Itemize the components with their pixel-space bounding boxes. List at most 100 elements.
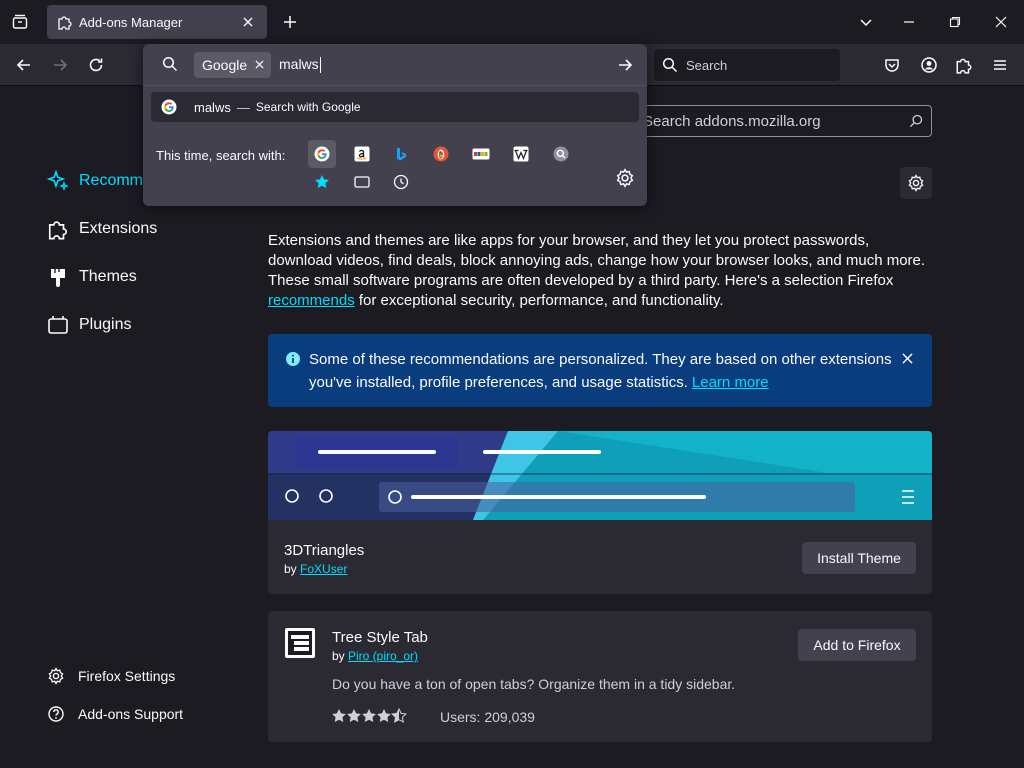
plus-icon (284, 16, 296, 28)
one-off-amazon[interactable] (348, 140, 376, 168)
minimize-button[interactable] (899, 12, 919, 32)
window-close-button[interactable] (991, 12, 1011, 32)
plugin-icon (46, 313, 70, 337)
list-all-tabs-button[interactable] (8, 10, 32, 34)
user-count: Users: 209,039 (440, 709, 535, 725)
google-icon (161, 99, 177, 115)
footer-link-label: Firefox Settings (78, 668, 176, 684)
tab-close-button[interactable] (239, 13, 257, 31)
install-theme-button[interactable]: Install Theme (802, 542, 916, 574)
author-link[interactable]: FoXUser (300, 562, 347, 576)
addons-support-link[interactable]: Add-ons Support (47, 705, 183, 723)
suggestion-query: malws (194, 99, 231, 115)
author-link[interactable]: Piro (piro_or) (348, 649, 418, 663)
tab-title: Add-ons Manager (79, 14, 183, 30)
category-extensions[interactable]: Extensions (46, 217, 157, 241)
amazon-icon (354, 146, 370, 162)
url-input[interactable]: malws (279, 56, 321, 74)
star-half-icon (391, 708, 407, 723)
page-options-button[interactable] (900, 167, 932, 199)
arrow-left-icon (16, 59, 30, 71)
url-input-value: malws (279, 56, 319, 72)
info-icon (286, 352, 300, 366)
back-button[interactable] (13, 54, 35, 76)
personalization-notice: Some of these recommendations are person… (268, 334, 932, 407)
tree-style-tab-icon (285, 628, 315, 658)
one-off-bookmarks[interactable] (308, 168, 336, 196)
url-bar-popup: Google malws malws — Search with Google … (143, 44, 647, 206)
category-label: Extensions (79, 220, 158, 237)
category-themes[interactable]: Themes (46, 265, 137, 289)
star-full-icon (332, 709, 346, 722)
firefox-settings-link[interactable]: Firefox Settings (47, 667, 175, 685)
learn-more-link[interactable]: Learn more (692, 374, 769, 391)
theme-preview-image (268, 431, 932, 520)
engine-chip-remove-button[interactable] (252, 57, 266, 71)
tab-addons-manager[interactable]: Add-ons Manager (47, 5, 267, 39)
new-tab-button[interactable] (280, 12, 300, 32)
search-bar-placeholder: Search (686, 57, 728, 73)
puzzle-icon (58, 16, 72, 30)
reload-button[interactable] (85, 54, 107, 76)
tab-strip: Add-ons Manager (0, 0, 1024, 44)
intro-text-start: Extensions and themes are like apps for … (268, 232, 926, 289)
suggestion-separator: — (236, 99, 250, 115)
recommends-link[interactable]: recommends (268, 292, 355, 309)
addon-card-3dtriangles[interactable]: 3DTriangles by FoXUser Install Theme (268, 431, 932, 594)
add-to-firefox-button[interactable]: Add to Firefox (798, 629, 916, 661)
one-off-label: This time, search with: (156, 148, 286, 163)
category-plugins[interactable]: Plugins (46, 313, 131, 337)
search-bar[interactable]: Search (654, 49, 840, 81)
pocket-button[interactable] (881, 54, 903, 76)
close-icon (901, 352, 913, 364)
go-arrow-icon[interactable] (616, 56, 634, 74)
forward-button[interactable] (49, 54, 71, 76)
star-full-icon (347, 709, 361, 722)
restore-button[interactable] (945, 12, 965, 32)
search-engine-icon (553, 146, 569, 162)
extensions-button[interactable] (953, 54, 975, 76)
gear-icon[interactable] (615, 168, 635, 188)
account-button[interactable] (918, 54, 940, 76)
rating-stars (331, 708, 407, 724)
google-icon (314, 146, 330, 162)
addon-name: 3DTriangles (284, 542, 365, 559)
gear-icon (908, 174, 924, 192)
one-off-ebay[interactable] (467, 140, 495, 168)
addon-author-line: by Piro (piro_or) (332, 649, 418, 663)
app-menu-button[interactable] (989, 54, 1011, 76)
search-engine-chip[interactable]: Google (194, 52, 271, 78)
clock-icon (393, 174, 409, 190)
one-off-tabs[interactable] (348, 168, 376, 196)
close-icon (243, 17, 253, 27)
one-off-bing[interactable] (387, 140, 415, 168)
star-icon (315, 175, 329, 188)
one-off-history[interactable] (387, 168, 415, 196)
tab-overflow-button[interactable] (856, 12, 876, 32)
star-full-icon (377, 709, 391, 722)
one-off-wikipedia[interactable] (507, 140, 535, 168)
one-off-search-engine[interactable] (547, 140, 575, 168)
puzzle-icon (956, 58, 972, 74)
account-icon (921, 57, 937, 73)
one-off-duckduckgo[interactable] (427, 140, 455, 168)
intro-text: Extensions and themes are like apps for … (268, 231, 934, 311)
search-suggestion-row[interactable]: malws — Search with Google (151, 92, 639, 122)
one-off-google[interactable] (308, 140, 336, 168)
notice-message: Some of these recommendations are person… (309, 348, 899, 394)
addon-card-tree-style-tab[interactable]: Tree Style Tab by Piro (piro_or) Add to … (268, 611, 932, 742)
addon-description: Do you have a ton of open tabs? Organize… (332, 676, 736, 692)
restore-icon (949, 16, 961, 28)
amo-search-input[interactable]: Search addons.mozilla.org (634, 105, 932, 137)
help-icon (48, 706, 64, 722)
minimize-icon (904, 21, 914, 23)
addon-author-line: by FoXUser (284, 562, 347, 576)
arrow-right-icon (54, 59, 68, 71)
star-full-icon (362, 709, 376, 722)
footer-link-label: Add-ons Support (78, 706, 184, 722)
intro-text-end: for exceptional security, performance, a… (354, 292, 724, 309)
notice-close-button[interactable] (899, 350, 915, 366)
close-icon (995, 16, 1007, 28)
close-icon (254, 59, 264, 69)
wikipedia-icon (513, 146, 529, 162)
